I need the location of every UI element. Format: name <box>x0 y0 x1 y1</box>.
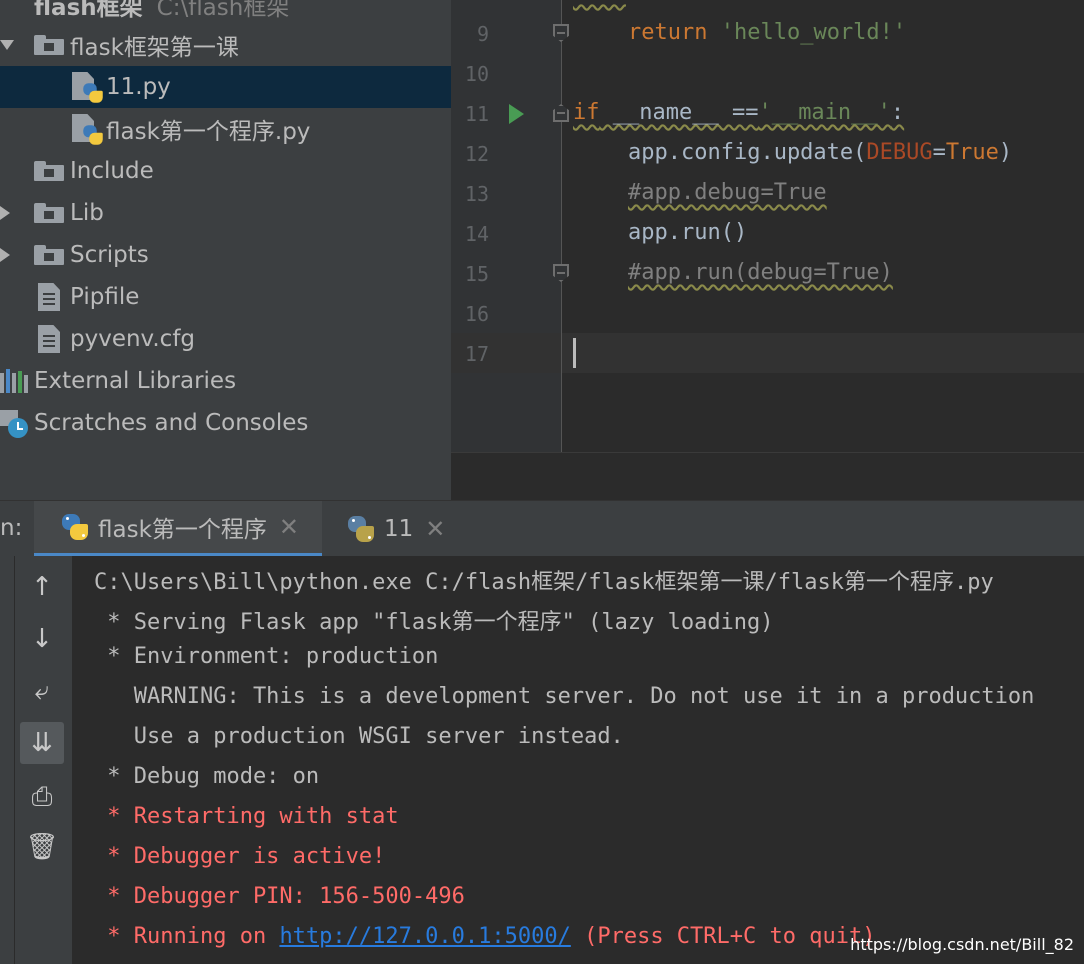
tree-file-pyvenv[interactable]: pyvenv.cfg <box>0 318 451 360</box>
code-line-14: app.run() <box>628 220 748 245</box>
trash-icon[interactable]: 🗑 <box>20 826 64 868</box>
scratches-icon <box>0 408 30 438</box>
close-icon[interactable]: ✕ <box>425 515 445 543</box>
tree-scratches-consoles[interactable]: Scratches and Consoles <box>0 402 451 444</box>
line-number: 12 <box>464 142 489 166</box>
code-editor[interactable]: 9 10 11 12 13 14 15 16 17 return 'hello_… <box>451 0 1084 500</box>
tree-folder-lib[interactable]: Lib <box>0 192 451 234</box>
console-line: * Serving Flask app "flask第一个程序" (lazy l… <box>94 610 774 635</box>
line-number: 17 <box>464 342 489 366</box>
toolbar-separator <box>14 556 15 964</box>
python-icon <box>346 514 376 544</box>
watermark: https://blog.csdn.net/Bill_82 <box>850 935 1074 954</box>
code-line-9: return 'hello_world!' <box>628 20 907 45</box>
current-line-highlight <box>451 333 1084 373</box>
file-icon <box>38 283 60 311</box>
tree-folder-flask-lesson[interactable]: flask框架第一课 <box>0 24 451 66</box>
tab-11[interactable]: 11 ✕ <box>346 501 445 557</box>
gutter-separator <box>561 0 562 452</box>
tree-file-pipfile[interactable]: Pipfile <box>0 276 451 318</box>
close-icon[interactable]: ✕ <box>279 513 299 541</box>
tree-item-label: pyvenv.cfg <box>70 326 196 352</box>
tree-item-label: External Libraries <box>34 368 237 394</box>
tree-item-label: Scratches and Consoles <box>34 410 309 436</box>
scroll-down-icon[interactable]: ↓ <box>20 618 64 660</box>
server-url-link[interactable]: http://127.0.0.1:5000/ <box>279 924 570 949</box>
code-line-8-partial <box>573 0 626 5</box>
tab-flask-program[interactable]: flask第一个程序 ✕ <box>34 501 322 557</box>
tree-item-label: flask第一个程序.py <box>106 119 311 145</box>
folder-icon <box>34 35 64 55</box>
tree-root-path: C:\flash框架 <box>156 0 290 21</box>
python-icon <box>60 512 90 542</box>
console-line: WARNING: This is a development server. D… <box>94 684 1035 709</box>
console-line: C:\Users\Bill\python.exe C:/flash框架/flas… <box>94 570 994 595</box>
scroll-to-end-icon[interactable]: ⇊ <box>20 722 64 764</box>
console-line: * Environment: production <box>94 644 439 669</box>
run-gutter-icon[interactable] <box>509 104 524 124</box>
code-line-12: app.config.update(DEBUG=True) <box>628 140 1013 165</box>
folder-icon <box>34 245 64 265</box>
tree-item-label: 11.py <box>106 74 171 100</box>
console-output[interactable]: C:\Users\Bill\python.exe C:/flash框架/flas… <box>72 556 1084 964</box>
tree-file-flask-program[interactable]: flask第一个程序.py <box>0 108 451 150</box>
chevron-right-icon[interactable] <box>0 206 10 220</box>
tab-label: flask第一个程序 <box>98 517 267 543</box>
line-number: 13 <box>464 182 489 206</box>
code-line-13: #app.debug=True <box>628 180 827 205</box>
tree-folder-include[interactable]: Include <box>0 150 451 192</box>
console-line-stderr: * Debugger is active! <box>94 844 386 869</box>
text-caret <box>573 338 576 368</box>
console-line: * Debug mode: on <box>94 764 320 789</box>
console-line-stderr: * Debugger PIN: 156-500-496 <box>94 884 465 909</box>
print-icon[interactable]: ⎙ <box>20 776 64 818</box>
tree-item-label: Lib <box>70 200 104 226</box>
code-line-15: #app.run(debug=True) <box>628 260 893 285</box>
console-line-stderr: * Restarting with stat <box>94 804 399 829</box>
scroll-up-icon[interactable]: ↑ <box>20 566 64 608</box>
tree-item-label: Scripts <box>70 242 149 268</box>
console-line-running: * Running on http://127.0.0.1:5000/ (Pre… <box>94 924 876 949</box>
line-number: 14 <box>464 222 489 246</box>
tree-root[interactable]: flash框架 C:\flash框架 <box>0 0 451 26</box>
file-icon <box>38 325 60 353</box>
library-icon <box>0 369 28 393</box>
folder-icon <box>34 161 64 181</box>
tree-item-label: flask框架第一课 <box>70 35 239 61</box>
line-number: 11 <box>464 102 489 126</box>
soft-wrap-icon[interactable]: ⤶ <box>20 670 64 712</box>
editor-bottom-area <box>451 452 1084 500</box>
tab-label: 11 <box>384 516 414 542</box>
run-tab-bar: n: flask第一个程序 ✕ 11 ✕ <box>0 500 1084 557</box>
run-label: n: <box>0 515 23 541</box>
chevron-right-icon[interactable] <box>0 248 10 262</box>
code-line-11: if __name__ =='__main__': <box>573 100 905 125</box>
tree-root-label: flash框架 <box>34 0 143 21</box>
line-number: 15 <box>464 262 489 286</box>
line-number: 9 <box>476 22 489 46</box>
line-number: 10 <box>464 62 489 86</box>
tree-item-label: Include <box>70 158 154 184</box>
folder-icon <box>34 203 64 223</box>
tree-folder-scripts[interactable]: Scripts <box>0 234 451 276</box>
project-tool-window: flash框架 C:\flash框架 flask框架第一课 11.py flas… <box>0 0 451 500</box>
tree-item-label: Pipfile <box>70 284 140 310</box>
console-line: Use a production WSGI server instead. <box>94 724 624 749</box>
tree-external-libraries[interactable]: External Libraries <box>0 360 451 402</box>
line-number: 16 <box>464 302 489 326</box>
tree-file-11-py[interactable]: 11.py <box>0 66 451 108</box>
chevron-down-icon[interactable] <box>0 40 14 50</box>
